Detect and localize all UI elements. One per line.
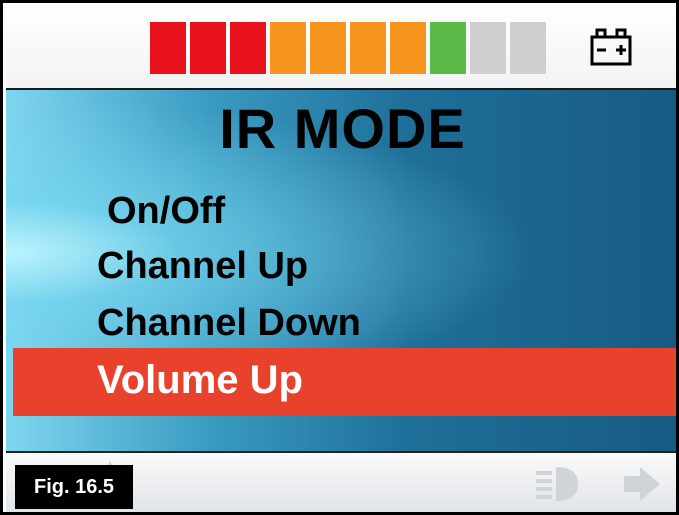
right-arrow-icon[interactable] (620, 465, 664, 503)
menu-item-volume-up-label: Volume Up (97, 358, 303, 402)
battery-segment (150, 22, 186, 74)
menu-item-channel-down[interactable]: Channel Down (97, 302, 361, 345)
menu-item-channel-up[interactable]: Channel Up (97, 245, 308, 288)
menu-item-volume-up-selected[interactable]: Volume Up (13, 348, 676, 416)
menu-item-on-off[interactable]: On/Off (107, 190, 225, 233)
screen-title: IR MODE (219, 97, 466, 160)
battery-segment (190, 22, 226, 74)
battery-segment (230, 22, 266, 74)
battery-segment (430, 22, 466, 74)
display-frame: IR MODE On/Off Channel Up Channel Down V… (0, 0, 679, 515)
battery-segment (470, 22, 506, 74)
display-screen: IR MODE On/Off Channel Up Channel Down V… (6, 90, 676, 451)
status-bar (6, 6, 676, 90)
battery-segment (390, 22, 426, 74)
battery-segment (270, 22, 306, 74)
battery-icon (590, 28, 632, 66)
figure-label: Fig. 16.5 (15, 465, 133, 509)
battery-segment (510, 22, 546, 74)
headlight-icon[interactable] (532, 465, 580, 503)
battery-segment (310, 22, 346, 74)
battery-segment (350, 22, 386, 74)
